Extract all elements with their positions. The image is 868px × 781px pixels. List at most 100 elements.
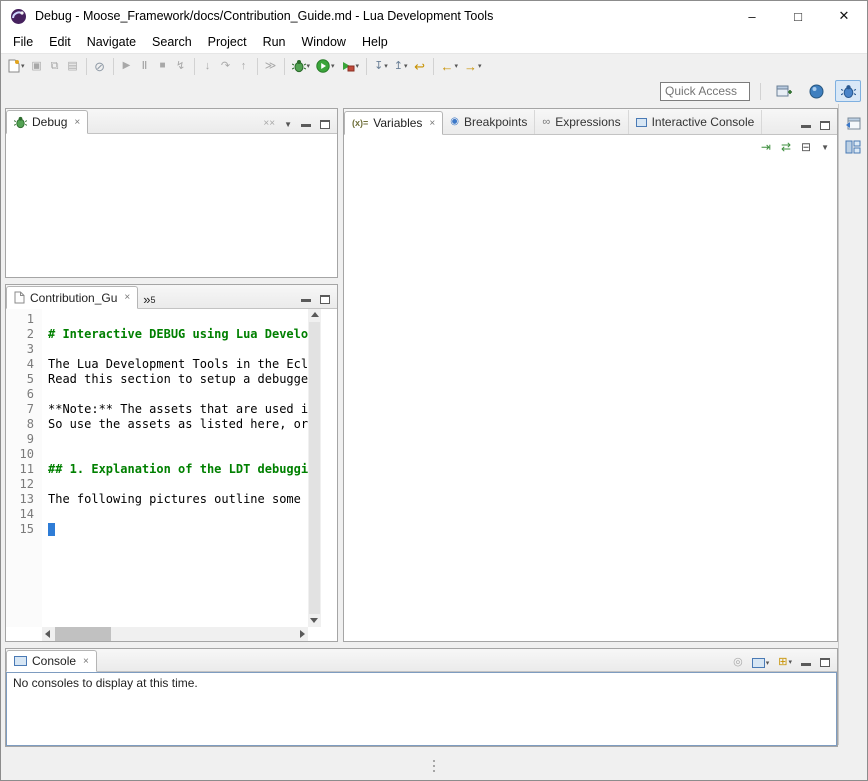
tab-variables[interactable]: (x)= Variables × bbox=[344, 111, 443, 135]
view-menu-button[interactable]: ▼ bbox=[284, 120, 292, 129]
editor-line[interactable] bbox=[48, 432, 308, 447]
suspend-button[interactable]: ‖ bbox=[136, 55, 154, 77]
window-controls: – □ ✕ bbox=[729, 1, 867, 31]
open-perspective-button[interactable] bbox=[771, 80, 797, 102]
editor-line[interactable] bbox=[48, 387, 308, 402]
save-button[interactable]: ▣ bbox=[28, 55, 46, 77]
editor-tab-overflow-button[interactable]: » 5 bbox=[138, 295, 160, 308]
pin-console-button[interactable]: ◎ bbox=[733, 657, 743, 668]
save-all-button[interactable]: ⧉ bbox=[46, 55, 64, 77]
show-logical-structure-button[interactable]: ⇥ bbox=[761, 140, 771, 154]
menu-edit[interactable]: Edit bbox=[41, 32, 79, 52]
vertical-scroll-thumb[interactable] bbox=[309, 322, 320, 614]
minimize-view-button[interactable] bbox=[801, 125, 811, 128]
resume-button[interactable]: ▶ bbox=[118, 55, 136, 77]
menu-run[interactable]: Run bbox=[255, 32, 294, 52]
step-over-button[interactable]: ↷ bbox=[217, 55, 235, 77]
previous-annotation-button[interactable]: ↥ ▾ bbox=[391, 55, 411, 77]
menu-file[interactable]: File bbox=[5, 32, 41, 52]
minimize-view-button[interactable] bbox=[801, 663, 811, 666]
use-step-filters-button[interactable]: ≫ bbox=[262, 55, 280, 77]
external-tools-button[interactable]: ▾ bbox=[338, 55, 363, 77]
step-return-button[interactable]: ↑ bbox=[235, 55, 253, 77]
editor-line[interactable] bbox=[48, 507, 308, 522]
editor-line[interactable] bbox=[48, 312, 308, 327]
run-button[interactable]: ▾ bbox=[313, 55, 338, 77]
editor-line[interactable] bbox=[48, 342, 308, 357]
open-console-button[interactable]: ⊞ ▾ bbox=[778, 657, 792, 668]
editor-line[interactable] bbox=[48, 522, 308, 537]
maximize-view-button[interactable] bbox=[820, 658, 830, 667]
tab-debug[interactable]: Debug × bbox=[6, 110, 88, 134]
tab-console[interactable]: Console × bbox=[6, 650, 97, 672]
menu-window[interactable]: Window bbox=[294, 32, 354, 52]
menu-navigate[interactable]: Navigate bbox=[79, 32, 144, 52]
scroll-right-icon[interactable] bbox=[300, 630, 305, 638]
new-file-icon bbox=[8, 59, 20, 73]
editor-line[interactable]: # Interactive DEBUG using Lua Develop bbox=[48, 327, 308, 342]
debug-button[interactable]: ▾ bbox=[289, 55, 314, 77]
minimize-view-button[interactable] bbox=[301, 124, 311, 127]
tab-interactive-console[interactable]: Interactive Console bbox=[629, 110, 763, 134]
close-tab-icon[interactable]: × bbox=[74, 117, 80, 128]
tab-breakpoints[interactable]: ◉ Breakpoints bbox=[443, 110, 535, 134]
dropdown-icon: ▾ bbox=[21, 62, 25, 70]
editor-line[interactable]: Read this section to setup a debugger bbox=[48, 372, 308, 387]
view-menu-button[interactable]: ▼ bbox=[821, 143, 829, 152]
minimize-button[interactable]: – bbox=[729, 1, 775, 31]
perspective-debug-button[interactable] bbox=[835, 80, 861, 102]
scroll-up-icon[interactable] bbox=[311, 312, 319, 317]
editor-line[interactable] bbox=[48, 477, 308, 492]
scroll-down-icon[interactable] bbox=[310, 618, 318, 623]
maximize-view-button[interactable] bbox=[320, 295, 330, 304]
menu-project[interactable]: Project bbox=[200, 32, 255, 52]
minimize-view-button[interactable] bbox=[301, 299, 311, 302]
editor-line[interactable]: ## 1. Explanation of the LDT debuggin bbox=[48, 462, 308, 477]
close-tab-icon[interactable]: × bbox=[124, 292, 130, 303]
editor-line[interactable]: So use the assets as listed here, or j bbox=[48, 417, 308, 432]
editor-vertical-scrollbar[interactable] bbox=[308, 309, 321, 627]
menu-help[interactable]: Help bbox=[354, 32, 396, 52]
remove-all-terminated-button[interactable]: ×× bbox=[263, 119, 275, 129]
close-button[interactable]: ✕ bbox=[821, 1, 867, 31]
step-into-button[interactable]: ↓ bbox=[199, 55, 217, 77]
editor-line[interactable] bbox=[48, 447, 308, 462]
skip-breakpoints-button[interactable]: ⊘ bbox=[91, 55, 109, 77]
display-selected-console-button[interactable]: ▾ bbox=[752, 658, 770, 668]
last-edit-location-button[interactable]: ↩ bbox=[411, 55, 429, 77]
statusbar-grip[interactable] bbox=[433, 760, 435, 772]
line-number: 5 bbox=[6, 372, 34, 387]
editor-line[interactable]: The following pictures outline some o bbox=[48, 492, 308, 507]
perspective-layout-button[interactable] bbox=[843, 138, 863, 156]
perspective-ldt-button[interactable] bbox=[803, 80, 829, 102]
close-tab-icon[interactable]: × bbox=[83, 656, 89, 667]
maximize-view-button[interactable] bbox=[320, 120, 330, 129]
editor-lines[interactable]: # Interactive DEBUG using Lua Develop The… bbox=[42, 309, 308, 627]
horizontal-scroll-thumb[interactable] bbox=[55, 627, 111, 641]
disconnect-button[interactable]: ↯ bbox=[172, 55, 190, 77]
tab-contribution-guide[interactable]: Contribution_Gu × bbox=[6, 286, 138, 309]
terminate-button[interactable]: ■ bbox=[154, 55, 172, 77]
restore-view-icon bbox=[845, 116, 862, 131]
restore-view-button[interactable] bbox=[843, 114, 863, 132]
quick-access-input[interactable] bbox=[660, 82, 750, 101]
editor-horizontal-scrollbar[interactable] bbox=[42, 627, 308, 641]
scroll-left-icon[interactable] bbox=[45, 630, 50, 638]
new-wizard-button[interactable]: ▾ bbox=[5, 55, 28, 77]
next-annotation-button[interactable]: ↧ ▾ bbox=[371, 55, 391, 77]
close-tab-icon[interactable]: × bbox=[429, 118, 435, 129]
editor-line[interactable]: The Lua Development Tools in the Ecli bbox=[48, 357, 308, 372]
maximize-button[interactable]: □ bbox=[775, 1, 821, 31]
forward-button[interactable]: → ▾ bbox=[461, 55, 485, 77]
menu-search[interactable]: Search bbox=[144, 32, 200, 52]
collapse-all-button[interactable]: ⊟ bbox=[801, 140, 811, 154]
editor-line[interactable]: **Note:** The assets that are used in bbox=[48, 402, 308, 417]
tab-variables-label: Variables bbox=[373, 116, 422, 130]
editor-content[interactable]: 123456789101112131415 # Interactive DEBU… bbox=[6, 309, 337, 641]
tab-expressions[interactable]: ∞ Expressions bbox=[535, 110, 628, 134]
back-button[interactable]: ← ▾ bbox=[438, 55, 462, 77]
print-button[interactable]: ▤ bbox=[64, 55, 82, 77]
maximize-view-button[interactable] bbox=[820, 121, 830, 130]
variables-view-stack: (x)= Variables × ◉ Breakpoints ∞ Express… bbox=[343, 108, 838, 642]
show-type-names-button[interactable]: ⇄ bbox=[781, 140, 791, 154]
